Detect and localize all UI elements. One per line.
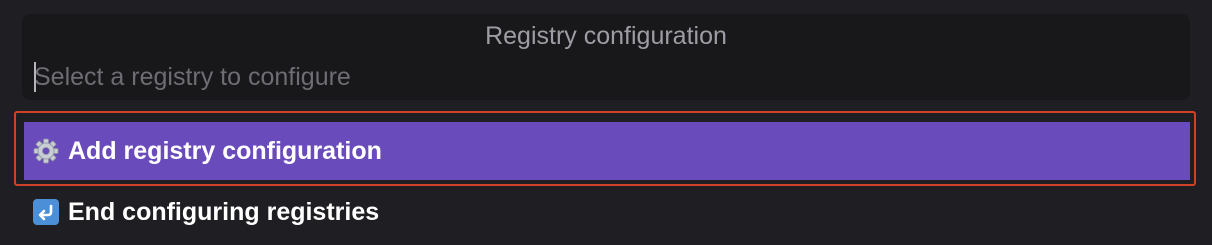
focus-ring xyxy=(14,111,1196,186)
quick-pick-panel: Registry configuration Select a registry… xyxy=(0,0,1212,245)
return-arrow-icon xyxy=(32,198,60,226)
text-caret xyxy=(34,62,36,92)
registry-search-input[interactable] xyxy=(34,60,1174,94)
list-item-end-configuring-registries[interactable]: End configuring registries xyxy=(24,191,1190,233)
list-item-label: End configuring registries xyxy=(68,197,380,226)
quick-pick-title: Registry configuration xyxy=(485,22,727,50)
quick-pick-header: Registry configuration xyxy=(22,14,1190,100)
